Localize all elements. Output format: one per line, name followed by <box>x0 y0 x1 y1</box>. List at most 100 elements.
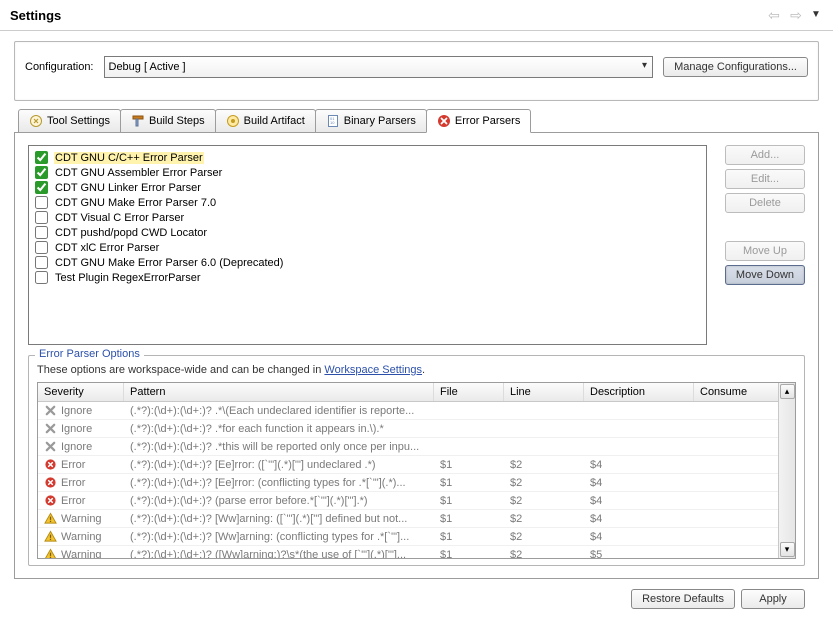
scroll-up-button[interactable]: ▴ <box>780 384 795 399</box>
error-parser-options-group: Error Parser Options These options are w… <box>28 355 805 566</box>
edit-button[interactable]: Edit... <box>725 169 805 189</box>
x-icon <box>44 422 57 435</box>
severity-cell: Ignore <box>61 405 92 417</box>
tab-label: Error Parsers <box>455 115 520 127</box>
parser-label: CDT GNU Assembler Error Parser <box>54 167 223 179</box>
parser-checkbox[interactable] <box>35 256 48 269</box>
tab-build-artifact[interactable]: Build Artifact <box>215 109 316 132</box>
file-cell: $1 <box>434 457 504 473</box>
tab-binary-parsers[interactable]: Binary Parsers <box>315 109 427 132</box>
binary-doc-icon <box>326 114 340 128</box>
table-row[interactable]: Error(.*?):(\d+):(\d+:)? [Ee]rror: (conf… <box>38 474 795 492</box>
parser-item[interactable]: Test Plugin RegexErrorParser <box>35 270 700 285</box>
parser-checkbox[interactable] <box>35 151 48 164</box>
file-cell: $1 <box>434 529 504 545</box>
table-scrollbar[interactable]: ▴ ▾ <box>778 383 795 558</box>
parser-checkbox[interactable] <box>35 211 48 224</box>
forward-button[interactable]: ⇨ <box>787 6 805 24</box>
scroll-down-button[interactable]: ▾ <box>780 542 795 557</box>
parser-item[interactable]: CDT GNU C/C++ Error Parser <box>35 150 700 165</box>
table-row[interactable]: Warning(.*?):(\d+):(\d+:)? ([Ww]arning:)… <box>38 546 795 558</box>
table-header: Severity Pattern File Line Description C… <box>38 383 795 402</box>
severity-cell: Warning <box>61 549 102 559</box>
table-row[interactable]: Warning(.*?):(\d+):(\d+:)? [Ww]arning: (… <box>38 528 795 546</box>
parser-checkbox[interactable] <box>35 166 48 179</box>
line-cell <box>504 427 584 431</box>
consume-cell <box>694 553 784 557</box>
pattern-cell: (.*?):(\d+):(\d+:)? [Ww]arning: ([`'"](.… <box>124 511 434 527</box>
col-line[interactable]: Line <box>504 383 584 401</box>
severity-cell: Error <box>61 459 85 471</box>
options-title: Error Parser Options <box>35 348 144 360</box>
parser-checkbox[interactable] <box>35 181 48 194</box>
back-button[interactable]: ⇦ <box>765 6 783 24</box>
description-cell: $4 <box>584 511 694 527</box>
table-row[interactable]: Ignore (.*?):(\d+):(\d+:)? .*\(Each undec… <box>38 402 795 420</box>
warn-icon <box>44 512 57 525</box>
col-file[interactable]: File <box>434 383 504 401</box>
configuration-select[interactable]: Debug [ Active ] <box>104 56 654 78</box>
table-row[interactable]: Ignore(.*?):(\d+):(\d+:)? .*this will be… <box>38 438 795 456</box>
table-row[interactable]: Error(.*?):(\d+):(\d+:)? (parse error be… <box>38 492 795 510</box>
severity-cell: Warning <box>61 513 102 525</box>
warn-icon <box>44 548 57 558</box>
parser-checkbox[interactable] <box>35 271 48 284</box>
file-cell <box>434 409 504 413</box>
nav-menu-button[interactable]: ▼ <box>809 6 823 24</box>
page-title: Settings <box>10 8 61 23</box>
line-cell: $2 <box>504 547 584 559</box>
parser-list[interactable]: CDT GNU C/C++ Error Parser CDT GNU Assemb… <box>28 145 707 345</box>
description-cell <box>584 427 694 431</box>
artifact-icon <box>226 114 240 128</box>
parser-item[interactable]: CDT GNU Linker Error Parser <box>35 180 700 195</box>
configuration-panel: Configuration: Debug [ Active ] Manage C… <box>14 41 819 101</box>
parser-label: CDT GNU Linker Error Parser <box>54 182 202 194</box>
description-cell: $5 <box>584 547 694 559</box>
pattern-cell: (.*?):(\d+):(\d+:)? (parse error before.… <box>124 493 434 509</box>
consume-cell <box>694 409 784 413</box>
line-cell: $2 <box>504 511 584 527</box>
parser-label: CDT Visual C Error Parser <box>54 212 185 224</box>
parser-label: CDT xlC Error Parser <box>54 242 160 254</box>
file-cell: $1 <box>434 547 504 559</box>
parser-checkbox[interactable] <box>35 196 48 209</box>
tab-tool-settings[interactable]: Tool Settings <box>18 109 121 132</box>
severity-cell: Ignore <box>61 441 92 453</box>
parser-checkbox[interactable] <box>35 226 48 239</box>
restore-defaults-button[interactable]: Restore Defaults <box>631 589 735 609</box>
warn-icon <box>44 530 57 543</box>
pattern-cell: (.*?):(\d+):(\d+:)? .*\(Each undeclared … <box>124 403 434 419</box>
manage-configurations-button[interactable]: Manage Configurations... <box>663 57 808 77</box>
wrench-gear-icon <box>29 114 43 128</box>
table-row[interactable]: Error(.*?):(\d+):(\d+:)? [Ee]rror: ([`'"… <box>38 456 795 474</box>
parser-item[interactable]: CDT Visual C Error Parser <box>35 210 700 225</box>
parser-item[interactable]: CDT GNU Make Error Parser 6.0 (Deprecate… <box>35 255 700 270</box>
tab-bar: Tool SettingsBuild StepsBuild ArtifactBi… <box>14 109 819 133</box>
apply-button[interactable]: Apply <box>741 589 805 609</box>
col-severity[interactable]: Severity <box>38 383 124 401</box>
add-button[interactable]: Add... <box>725 145 805 165</box>
delete-button[interactable]: Delete <box>725 193 805 213</box>
parser-item[interactable]: CDT GNU Assembler Error Parser <box>35 165 700 180</box>
nav-arrows: ⇦ ⇨ ▼ <box>765 6 823 24</box>
parser-item[interactable]: CDT GNU Make Error Parser 7.0 <box>35 195 700 210</box>
description-cell: $4 <box>584 475 694 491</box>
table-row[interactable]: Ignore(.*?):(\d+):(\d+:)? .*for each fun… <box>38 420 795 438</box>
move-up-button[interactable]: Move Up <box>725 241 805 261</box>
tab-build-steps[interactable]: Build Steps <box>120 109 216 132</box>
line-cell <box>504 445 584 449</box>
col-pattern[interactable]: Pattern <box>124 383 434 401</box>
move-down-button[interactable]: Move Down <box>725 265 805 285</box>
col-consume[interactable]: Consume <box>694 383 784 401</box>
parser-item[interactable]: CDT pushd/popd CWD Locator <box>35 225 700 240</box>
workspace-settings-link[interactable]: Workspace Settings <box>324 364 422 376</box>
hammer-wrench-icon <box>131 114 145 128</box>
severity-cell: Error <box>61 477 85 489</box>
parser-checkbox[interactable] <box>35 241 48 254</box>
file-cell: $1 <box>434 475 504 491</box>
err-icon <box>44 458 57 471</box>
table-row[interactable]: Warning (.*?):(\d+):(\d+:)? [Ww]arning: (… <box>38 510 795 528</box>
col-description[interactable]: Description <box>584 383 694 401</box>
parser-item[interactable]: CDT xlC Error Parser <box>35 240 700 255</box>
tab-error-parsers[interactable]: Error Parsers <box>426 109 531 133</box>
